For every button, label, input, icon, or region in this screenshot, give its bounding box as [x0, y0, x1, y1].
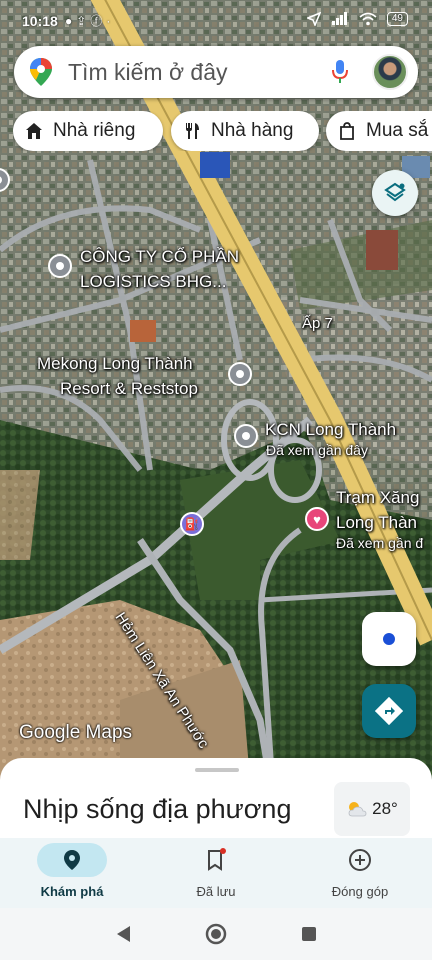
chip-home-label: Nhà riêng — [53, 120, 136, 141]
shopping-bag-icon — [340, 122, 354, 140]
weather-chip[interactable]: 28° — [334, 782, 410, 836]
battery-icon: 49 — [386, 12, 408, 26]
chip-shopping-label: Mua sắ — [366, 120, 429, 141]
bottom-sheet[interactable]: Nhịp sống địa phương 28° — [0, 758, 432, 840]
nav-explore-label: Khám phá — [40, 884, 104, 899]
avatar[interactable] — [372, 54, 408, 90]
place-pin-icon[interactable] — [48, 254, 72, 278]
map-label-tram[interactable]: Trạm Xăng — [336, 488, 419, 508]
status-bar: 10:18 ●⇪ⓕ· 49 — [0, 0, 432, 42]
layers-button[interactable] — [372, 170, 418, 216]
bottom-navigation: Khám phá Đã lưu Đóng góp — [0, 838, 432, 908]
notification-icons: ●⇪ⓕ· — [65, 12, 114, 29]
wifi-icon — [359, 12, 377, 26]
location-pin-icon — [64, 850, 80, 870]
map-label-resort[interactable]: Mekong Long Thành — [37, 354, 193, 374]
weather-temperature: 28° — [372, 799, 398, 818]
layers-icon — [384, 182, 406, 202]
map-label-resort-line2[interactable]: Resort & Reststop — [60, 379, 198, 399]
search-bar[interactable] — [14, 46, 418, 98]
google-maps-pin-icon — [30, 58, 52, 86]
nav-saved[interactable]: Đã lưu — [144, 838, 288, 908]
recents-icon[interactable] — [297, 922, 321, 946]
nav-contribute-label: Đóng góp — [331, 884, 389, 899]
bookmark-icon — [208, 848, 226, 871]
partly-cloudy-icon — [348, 802, 367, 817]
restaurant-icon — [186, 123, 199, 139]
sheet-drag-handle[interactable] — [195, 768, 239, 772]
search-input[interactable] — [68, 58, 308, 86]
map-label-tram-sub: Đã xem gần đ — [336, 535, 424, 551]
gas-station-pin-icon[interactable]: ⛽ — [180, 512, 204, 536]
my-location-button[interactable] — [362, 612, 416, 666]
sheet-title: Nhịp sống địa phương — [23, 794, 292, 824]
heart-pin-icon[interactable]: ♥ — [305, 507, 329, 531]
kcn-pin-icon[interactable] — [234, 424, 258, 448]
directions-button[interactable] — [362, 684, 416, 738]
my-location-icon — [383, 633, 395, 645]
chip-shopping[interactable]: Mua sắ — [326, 111, 432, 151]
nav-explore[interactable]: Khám phá — [0, 838, 144, 908]
chip-restaurant[interactable]: Nhà hàng — [171, 111, 319, 151]
back-icon[interactable] — [112, 922, 136, 946]
location-arrow-icon — [306, 12, 321, 26]
map-label-company[interactable]: CÔNG TY CỔ PHẦN — [80, 247, 239, 267]
map-label-kcn[interactable]: KCN Long Thành — [265, 420, 396, 440]
home-circle-icon[interactable] — [204, 922, 228, 946]
chip-home[interactable]: Nhà riêng — [13, 111, 163, 151]
map-label-company-line2[interactable]: LOGISTICS BHG... — [80, 272, 226, 292]
signal-icon — [331, 12, 347, 25]
map-label-tram-line2[interactable]: Long Thàn — [336, 513, 417, 533]
chat-icon: ● — [65, 14, 77, 28]
more-dots-icon: · — [106, 14, 115, 28]
resort-pin-icon[interactable] — [228, 362, 252, 386]
add-circle-icon — [349, 849, 371, 871]
microphone-icon[interactable] — [332, 59, 348, 85]
status-time: 10:18 — [22, 13, 58, 29]
google-maps-watermark: Google Maps — [19, 722, 133, 743]
system-navigation-bar — [0, 908, 432, 960]
chip-restaurant-label: Nhà hàng — [211, 120, 294, 141]
nav-saved-label: Đã lưu — [196, 884, 236, 899]
nav-contribute[interactable]: Đóng góp — [288, 838, 432, 908]
directions-icon — [375, 697, 403, 725]
map-label-ap7: Ấp 7 — [302, 315, 333, 332]
map-label-kcn-sub: Đã xem gần đây — [266, 442, 368, 458]
facebook-icon: ⓕ — [90, 14, 107, 28]
category-chips: Nhà riêng Nhà hàng Mua sắ — [13, 111, 432, 151]
upload-icon: ⇪ — [76, 14, 91, 28]
home-icon — [26, 123, 42, 139]
